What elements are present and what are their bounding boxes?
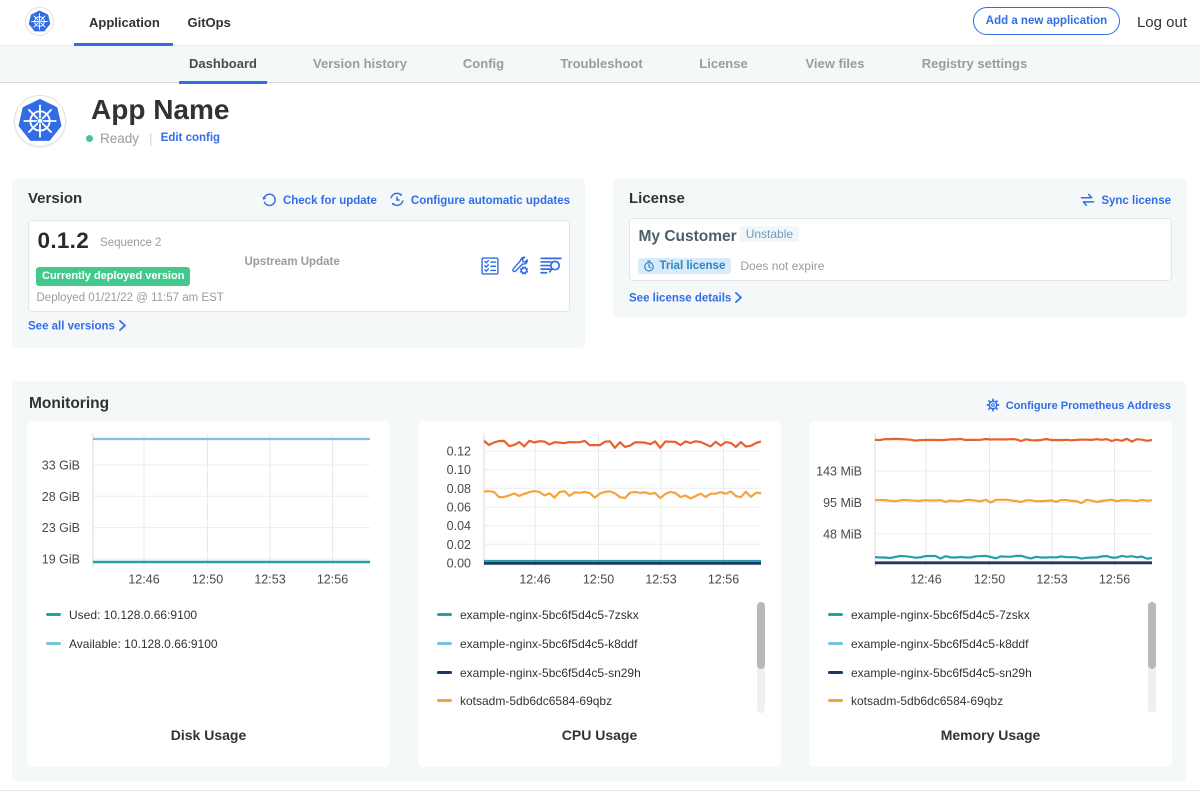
svg-text:48 MiB: 48 MiB [823, 527, 862, 541]
svg-text:12:53: 12:53 [254, 572, 285, 586]
svg-text:0.12: 0.12 [447, 444, 471, 458]
svg-text:23 GiB: 23 GiB [42, 521, 80, 535]
svg-text:12:56: 12:56 [317, 572, 348, 586]
svg-text:28 GiB: 28 GiB [42, 489, 80, 503]
svg-text:0.00: 0.00 [447, 556, 471, 570]
svg-text:12:46: 12:46 [128, 572, 159, 586]
svg-text:0.02: 0.02 [447, 537, 471, 551]
svg-text:12:46: 12:46 [910, 572, 941, 586]
svg-text:0.10: 0.10 [447, 463, 471, 477]
svg-text:12:46: 12:46 [519, 572, 550, 586]
svg-text:12:56: 12:56 [1099, 572, 1130, 586]
svg-text:33 GiB: 33 GiB [42, 458, 80, 472]
svg-text:95 MiB: 95 MiB [823, 496, 862, 510]
svg-text:12:53: 12:53 [645, 572, 676, 586]
svg-text:143 MiB: 143 MiB [816, 464, 862, 478]
svg-text:0.08: 0.08 [447, 481, 471, 495]
svg-text:12:53: 12:53 [1036, 572, 1067, 586]
svg-text:12:56: 12:56 [708, 572, 739, 586]
svg-text:19 GiB: 19 GiB [42, 552, 80, 566]
svg-text:12:50: 12:50 [583, 572, 614, 586]
svg-text:12:50: 12:50 [974, 572, 1005, 586]
svg-text:0.04: 0.04 [447, 519, 471, 533]
svg-text:0.06: 0.06 [447, 500, 471, 514]
svg-text:12:50: 12:50 [192, 572, 223, 586]
